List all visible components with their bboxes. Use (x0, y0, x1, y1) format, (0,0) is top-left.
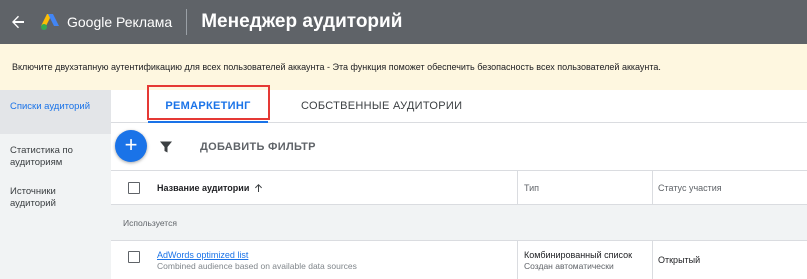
column-header-name[interactable]: Название аудитории (157, 171, 263, 204)
column-divider (517, 241, 518, 279)
add-audience-button[interactable]: + (115, 130, 147, 162)
audience-name-cell: AdWords optimized list Combined audience… (157, 241, 357, 279)
banner-text: Включите двухэтапную аутентификацию для … (12, 62, 661, 72)
google-ads-logo-icon (40, 13, 60, 31)
audience-table: Название аудитории Тип Статус участия Ис… (111, 170, 807, 279)
back-arrow-icon[interactable] (10, 13, 28, 31)
table-row: AdWords optimized list Combined audience… (111, 241, 807, 279)
column-header-status[interactable]: Статус участия (658, 171, 722, 204)
group-row-in-use: Используется (111, 205, 807, 241)
column-name-label: Название аудитории (157, 182, 250, 193)
column-header-type[interactable]: Тип (524, 171, 539, 204)
sort-arrow-up-icon[interactable] (254, 183, 263, 193)
select-all-checkbox[interactable] (128, 182, 140, 194)
tab-bar: РЕМАРКЕТИНГ СОБСТВЕННЫЕ АУДИТОРИИ (111, 90, 807, 123)
sidebar: Списки аудиторий Статистика по аудитория… (0, 90, 111, 279)
add-filter-button[interactable]: ДОБАВИТЬ ФИЛЬТР (200, 141, 316, 153)
sidebar-item-audience-sources[interactable]: Источники аудиторий (0, 186, 111, 210)
brand-name: Google Реклама (67, 14, 173, 30)
top-app-bar: Google Реклама Менеджер аудиторий (0, 0, 807, 44)
security-banner: Включите двухэтапную аутентификацию для … (0, 44, 807, 90)
sidebar-item-audience-insights[interactable]: Статистика по аудиториям (0, 145, 111, 169)
page-title: Менеджер аудиторий (201, 11, 403, 32)
type-subtext: Создан автоматически (524, 260, 614, 271)
column-divider (517, 171, 518, 204)
column-divider (652, 171, 653, 204)
tab-remarketing[interactable]: РЕМАРКЕТИНГ (148, 90, 268, 123)
group-label: Используется (123, 217, 177, 228)
type-text: Комбинированный список (524, 249, 633, 260)
status-cell: Открытый (658, 255, 701, 265)
header-divider (186, 9, 188, 35)
filter-icon[interactable] (159, 140, 173, 154)
audience-description: Combined audience based on available dat… (157, 260, 357, 271)
column-divider (652, 241, 653, 279)
table-header: Название аудитории Тип Статус участия (111, 170, 807, 205)
sidebar-item-audience-lists[interactable]: Списки аудиторий (0, 90, 111, 134)
row-checkbox[interactable] (128, 251, 140, 263)
type-cell: Комбинированный список Создан автоматиче… (524, 241, 632, 279)
tab-custom-audiences[interactable]: СОБСТВЕННЫЕ АУДИТОРИИ (301, 90, 462, 122)
audience-name-link[interactable]: AdWords optimized list (157, 250, 248, 260)
